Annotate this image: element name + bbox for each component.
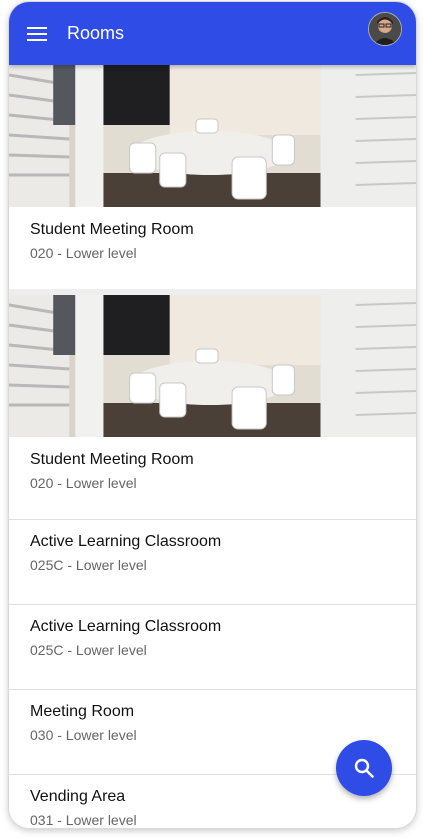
- room-card[interactable]: Student Meeting Room 020 - Lower level: [9, 65, 416, 289]
- room-photo: [9, 65, 416, 207]
- search-icon: [354, 758, 374, 778]
- search-fab-button[interactable]: [336, 740, 392, 796]
- room-card[interactable]: Active Learning Classroom 025C - Lower l…: [9, 605, 416, 690]
- rooms-list: Student Meeting Room 020 - Lower level S…: [9, 65, 416, 828]
- page-title: Rooms: [67, 23, 125, 43]
- avatar-image: [369, 13, 401, 45]
- room-name: Student Meeting Room: [30, 221, 194, 238]
- user-avatar[interactable]: [368, 12, 402, 46]
- room-location: 031 - Lower level: [30, 812, 137, 828]
- room-location: 020 - Lower level: [30, 245, 137, 261]
- device-frame: Rooms Student Meeting Room 020 - Lower l…: [9, 2, 416, 828]
- room-photo: [9, 295, 416, 437]
- room-location: 020 - Lower level: [30, 475, 137, 491]
- menu-button[interactable]: [25, 22, 49, 46]
- room-name: Student Meeting Room: [30, 451, 194, 468]
- room-name: Vending Area: [30, 788, 126, 805]
- room-card[interactable]: Student Meeting Room 020 - Lower level: [9, 295, 416, 519]
- app-bar: Rooms: [9, 2, 416, 65]
- room-location: 025C - Lower level: [30, 642, 147, 658]
- room-card[interactable]: Active Learning Classroom 025C - Lower l…: [9, 519, 416, 605]
- menu-icon: [27, 26, 47, 41]
- room-location: 030 - Lower level: [30, 727, 137, 743]
- room-location: 025C - Lower level: [30, 557, 147, 573]
- room-name: Active Learning Classroom: [30, 533, 222, 550]
- room-name: Meeting Room: [30, 703, 135, 720]
- room-name: Active Learning Classroom: [30, 618, 222, 635]
